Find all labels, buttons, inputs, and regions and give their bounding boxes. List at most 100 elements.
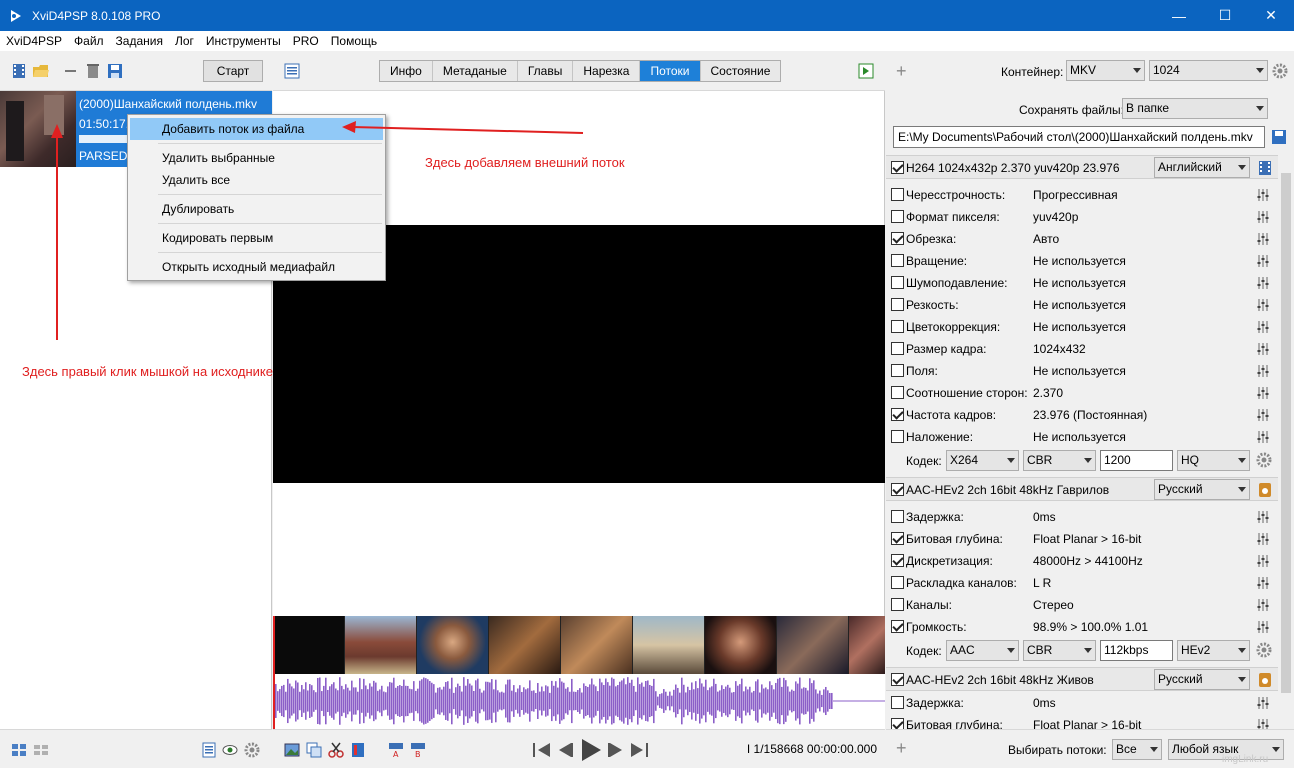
frames-icon[interactable]	[305, 741, 323, 759]
property-checkbox[interactable]	[891, 408, 904, 421]
property-checkbox[interactable]	[891, 210, 904, 223]
property-checkbox[interactable]	[891, 620, 904, 633]
equalizer-icon[interactable]	[1256, 232, 1270, 246]
close-button[interactable]: ✕	[1248, 0, 1294, 31]
tab-streams[interactable]: Потоки	[640, 61, 701, 81]
property-checkbox[interactable]	[891, 320, 904, 333]
property-row[interactable]: Размер кадра: 1024x432	[886, 338, 1278, 360]
audio-language-select[interactable]: Русский	[1154, 479, 1250, 500]
property-row[interactable]: Дискретизация: 48000Hz > 44100Hz	[886, 550, 1278, 572]
grid-view-icon[interactable]	[10, 741, 28, 759]
choose-streams-select[interactable]: Все	[1112, 739, 1162, 760]
save-path-icon[interactable]	[1270, 128, 1288, 146]
property-row[interactable]: Цветокоррекция: Не используется	[886, 316, 1278, 338]
property-checkbox[interactable]	[891, 364, 904, 377]
equalizer-icon[interactable]	[1256, 576, 1270, 590]
equalizer-icon[interactable]	[1256, 320, 1270, 334]
property-row[interactable]: Формат пикселя: yuv420p	[886, 206, 1278, 228]
property-row[interactable]: Обрезка: Авто	[886, 228, 1278, 250]
menu-item-duplicate[interactable]: Дублировать	[130, 198, 383, 220]
speaker-icon[interactable]	[1256, 671, 1274, 689]
add-icon[interactable]: +	[896, 61, 907, 82]
property-checkbox[interactable]	[891, 298, 904, 311]
property-row[interactable]: Поля: Не используется	[886, 360, 1278, 382]
audio-2-language-select[interactable]: Русский	[1154, 669, 1250, 690]
audio-preset-select[interactable]: HEv2	[1177, 640, 1250, 661]
gear-icon[interactable]	[243, 741, 261, 759]
property-row[interactable]: Резкость: Не используется	[886, 294, 1278, 316]
equalizer-icon[interactable]	[1256, 386, 1270, 400]
property-checkbox[interactable]	[891, 510, 904, 523]
timeline-cursor[interactable]	[273, 616, 275, 729]
property-row[interactable]: Каналы: Стерео	[886, 594, 1278, 616]
tab-status[interactable]: Состояние	[701, 61, 781, 81]
audio-stream-header[interactable]: AAC-HEv2 2ch 16bit 48kHz Гаврилов Русски…	[886, 477, 1278, 501]
equalizer-icon[interactable]	[1256, 188, 1270, 202]
equalizer-icon[interactable]	[1256, 276, 1270, 290]
video-language-select[interactable]: Английский	[1154, 157, 1250, 178]
skip-back-icon[interactable]	[530, 738, 554, 762]
menu-file[interactable]: Файл	[68, 34, 110, 48]
video-preset-select[interactable]: HQ	[1177, 450, 1250, 471]
tab-metadata[interactable]: Метаданые	[433, 61, 518, 81]
audio-codec-select[interactable]: AAC	[946, 640, 1019, 661]
open-folder-icon[interactable]	[32, 62, 50, 80]
equalizer-icon[interactable]	[1256, 342, 1270, 356]
menu-item-open-source[interactable]: Открыть исходный медиафайл	[130, 256, 383, 278]
menu-tasks[interactable]: Задания	[110, 34, 169, 48]
video-codec-select[interactable]: X264	[946, 450, 1019, 471]
equalizer-icon[interactable]	[1256, 408, 1270, 422]
menu-item-remove-all[interactable]: Удалить все	[130, 169, 383, 191]
container-settings-icon[interactable]	[1271, 62, 1289, 80]
tab-cutting[interactable]: Нарезка	[573, 61, 641, 81]
skip-forward-icon[interactable]	[627, 738, 651, 762]
equalizer-icon[interactable]	[1256, 254, 1270, 268]
timeline-filmstrip[interactable]	[273, 616, 885, 674]
properties-icon[interactable]	[283, 62, 301, 80]
audio-mode-select[interactable]: CBR	[1023, 640, 1096, 661]
start-button[interactable]: Старт	[203, 60, 263, 82]
property-checkbox[interactable]	[891, 696, 904, 709]
property-checkbox[interactable]	[891, 554, 904, 567]
cut-icon[interactable]	[327, 741, 345, 759]
minimize-button[interactable]: —	[1156, 0, 1202, 31]
video-bitrate-input[interactable]: 1200	[1100, 450, 1173, 471]
property-checkbox[interactable]	[891, 718, 904, 729]
output-path-input[interactable]: E:\My Documents\Рабочий стол\(2000)Шанха…	[893, 126, 1265, 148]
audio-stream-checkbox[interactable]	[891, 483, 904, 496]
equalizer-icon[interactable]	[1256, 532, 1270, 546]
menu-xvid4psp[interactable]: XviD4PSP	[0, 34, 68, 48]
save-icon[interactable]	[106, 62, 124, 80]
property-row[interactable]: Наложение: Не используется	[886, 426, 1278, 448]
menu-item-remove-selected[interactable]: Удалить выбранные	[130, 147, 383, 169]
property-row[interactable]: Битовая глубина: Float Planar > 16-bit	[886, 714, 1278, 729]
speaker-icon[interactable]	[1256, 481, 1274, 499]
equalizer-icon[interactable]	[1256, 598, 1270, 612]
export-icon[interactable]	[857, 62, 875, 80]
property-checkbox[interactable]	[891, 188, 904, 201]
video-stream-header[interactable]: H264 1024x432p 2.370 yuv420p 23.976 Англ…	[886, 155, 1278, 179]
menu-item-encode-first[interactable]: Кодировать первым	[130, 227, 383, 249]
property-row[interactable]: Задержка: 0ms	[886, 506, 1278, 528]
property-row[interactable]: Задержка: 0ms	[886, 692, 1278, 714]
menu-tools[interactable]: Инструменты	[200, 34, 287, 48]
equalizer-icon[interactable]	[1256, 554, 1270, 568]
property-checkbox[interactable]	[891, 576, 904, 589]
property-checkbox[interactable]	[891, 276, 904, 289]
equalizer-icon[interactable]	[1256, 696, 1270, 710]
equalizer-icon[interactable]	[1256, 210, 1270, 224]
image-icon[interactable]	[283, 741, 301, 759]
menu-help[interactable]: Помощь	[325, 34, 383, 48]
menu-item-add-stream-from-file[interactable]: Добавить поток из файла	[130, 118, 383, 140]
property-checkbox[interactable]	[891, 386, 904, 399]
property-row[interactable]: Шумоподавление: Не используется	[886, 272, 1278, 294]
audio-settings-icon[interactable]	[1255, 641, 1273, 659]
property-checkbox[interactable]	[891, 232, 904, 245]
marker-b-icon[interactable]: B	[409, 741, 427, 759]
tab-chapters[interactable]: Главы	[518, 61, 574, 81]
eye-icon[interactable]	[221, 741, 239, 759]
play-icon[interactable]	[576, 736, 604, 764]
equalizer-icon[interactable]	[1256, 298, 1270, 312]
tab-info[interactable]: Инфо	[380, 61, 433, 81]
property-row[interactable]: Частота кадров: 23.976 (Постоянная)	[886, 404, 1278, 426]
